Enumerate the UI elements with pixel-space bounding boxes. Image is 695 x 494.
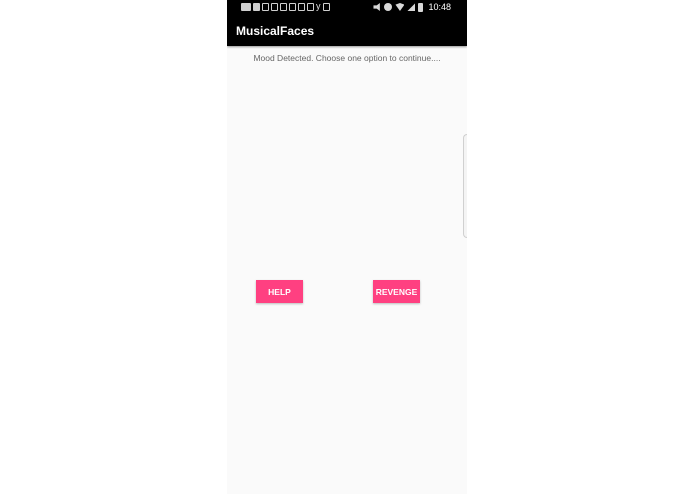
app-notification-icon <box>307 2 314 11</box>
carrier-icon: y <box>316 1 321 11</box>
app-notification-icon <box>298 2 305 11</box>
edge-panel-handle[interactable] <box>463 134 467 238</box>
app-notification-icon <box>289 2 296 11</box>
app-notification-icon <box>322 2 330 11</box>
revenge-button[interactable]: REVENGE <box>373 280 420 303</box>
notification-area: y <box>241 2 330 11</box>
system-tray: 10:48 <box>373 2 451 12</box>
facebook-icon <box>253 2 260 11</box>
battery-icon <box>418 2 424 12</box>
app-notification-icon <box>271 2 278 11</box>
status-clock: 10:48 <box>428 2 451 12</box>
voicemail-icon <box>241 2 251 11</box>
signal-icon <box>407 3 416 11</box>
status-bar: y 10:48 <box>227 0 467 14</box>
alarm-icon <box>384 3 393 11</box>
app-bar: MusicalFaces <box>227 14 467 46</box>
wifi-icon <box>395 3 405 11</box>
app-notification-icon <box>280 2 287 11</box>
mute-icon <box>373 3 380 11</box>
app-notification-icon <box>262 2 269 11</box>
help-button[interactable]: HELP <box>256 280 303 303</box>
mood-message: Mood Detected. Choose one option to cont… <box>253 53 441 63</box>
app-title: MusicalFaces <box>236 24 315 38</box>
phone-screen: y 10:48 MusicalFaces Mood Detected. Choo… <box>227 0 467 494</box>
